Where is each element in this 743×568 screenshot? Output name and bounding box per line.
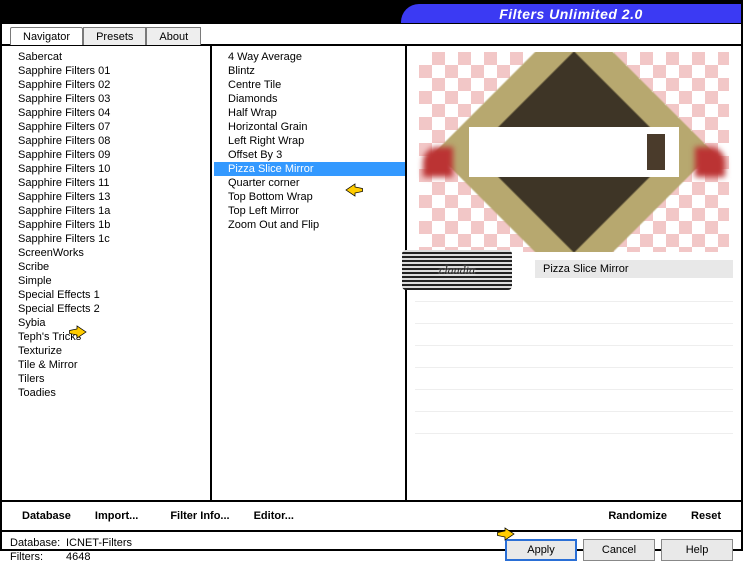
title-bar-branding: Filters Unlimited 2.0 — [401, 4, 741, 23]
watermark-text: claudia — [439, 263, 475, 278]
filter-info-button[interactable]: Filter Info... — [158, 506, 241, 526]
filter-item[interactable]: Quarter corner — [214, 176, 405, 190]
category-item[interactable]: Tile & Mirror — [4, 358, 210, 372]
main-panel: SabercatSapphire Filters 01Sapphire Filt… — [2, 46, 741, 500]
filter-item[interactable]: Top Left Mirror — [214, 204, 405, 218]
filters-count: 4648 — [66, 551, 90, 563]
parameter-row — [415, 324, 733, 346]
import-button[interactable]: Import... — [83, 506, 150, 526]
apply-button[interactable]: Apply — [505, 539, 577, 561]
parameter-area — [415, 280, 733, 440]
parameter-row — [415, 390, 733, 412]
database-button[interactable]: Database — [10, 506, 83, 526]
filter-item[interactable]: Centre Tile — [214, 78, 405, 92]
tab-strip: Navigator Presets About — [2, 24, 741, 46]
filter-item[interactable]: Offset By 3 — [214, 148, 405, 162]
filter-item[interactable]: Diamonds — [214, 92, 405, 106]
category-item[interactable]: Sybia — [4, 316, 210, 330]
category-item[interactable]: Sapphire Filters 03 — [4, 92, 210, 106]
filter-item[interactable]: Zoom Out and Flip — [214, 218, 405, 232]
category-item[interactable]: Sapphire Filters 10 — [4, 162, 210, 176]
category-item[interactable]: Special Effects 1 — [4, 288, 210, 302]
database-label: Database: — [10, 536, 66, 550]
category-item[interactable]: Toadies — [4, 386, 210, 400]
category-item[interactable]: Tilers — [4, 372, 210, 386]
category-item[interactable]: Texturize — [4, 344, 210, 358]
category-item[interactable]: Sapphire Filters 1a — [4, 204, 210, 218]
filter-pane: 4 Way AverageBlintzCentre TileDiamondsHa… — [212, 46, 407, 500]
category-item[interactable]: Sapphire Filters 1c — [4, 232, 210, 246]
filter-item[interactable]: Horizontal Grain — [214, 120, 405, 134]
filter-item[interactable]: Left Right Wrap — [214, 134, 405, 148]
category-item[interactable]: Sapphire Filters 01 — [4, 64, 210, 78]
preview-image — [419, 52, 729, 252]
category-item[interactable]: Scribe — [4, 260, 210, 274]
category-item[interactable]: Sapphire Filters 09 — [4, 148, 210, 162]
randomize-button[interactable]: Randomize — [596, 506, 679, 526]
category-item[interactable]: ScreenWorks — [4, 246, 210, 260]
title-bar: Filters Unlimited 2.0 — [2, 2, 741, 24]
filters-label: Filters: — [10, 550, 66, 564]
reset-button[interactable]: Reset — [679, 506, 733, 526]
filter-item[interactable]: Pizza Slice Mirror — [214, 162, 405, 176]
app-title: Filters Unlimited 2.0 — [499, 6, 643, 22]
category-item[interactable]: Sapphire Filters 04 — [4, 106, 210, 120]
category-item[interactable]: Simple — [4, 274, 210, 288]
filter-item[interactable]: Half Wrap — [214, 106, 405, 120]
filter-item[interactable]: Top Bottom Wrap — [214, 190, 405, 204]
category-item[interactable]: Sapphire Filters 07 — [4, 120, 210, 134]
filter-item[interactable]: Blintz — [214, 64, 405, 78]
category-item[interactable]: Sapphire Filters 1b — [4, 218, 210, 232]
toolbar: Database Import... Filter Info... Editor… — [2, 500, 741, 530]
category-item[interactable]: Sapphire Filters 08 — [4, 134, 210, 148]
filter-list[interactable]: 4 Way AverageBlintzCentre TileDiamondsHa… — [214, 50, 405, 494]
parameter-row — [415, 412, 733, 434]
category-item[interactable]: Sapphire Filters 11 — [4, 176, 210, 190]
database-value: ICNET-Filters — [66, 537, 132, 549]
category-pane: SabercatSapphire Filters 01Sapphire Filt… — [2, 46, 212, 500]
watermark-overlay: claudia — [402, 250, 512, 290]
editor-button[interactable]: Editor... — [242, 506, 306, 526]
parameter-row — [415, 302, 733, 324]
tab-navigator[interactable]: Navigator — [10, 27, 83, 45]
category-item[interactable]: Sapphire Filters 02 — [4, 78, 210, 92]
category-item[interactable]: Sabercat — [4, 50, 210, 64]
cancel-button[interactable]: Cancel — [583, 539, 655, 561]
category-list[interactable]: SabercatSapphire Filters 01Sapphire Filt… — [4, 50, 210, 494]
category-item[interactable]: Teph's Tricks — [4, 330, 210, 344]
category-item[interactable]: Sapphire Filters 13 — [4, 190, 210, 204]
status-bar: Database:ICNET-Filters Filters:4648 Appl… — [2, 530, 741, 568]
category-item[interactable]: Special Effects 2 — [4, 302, 210, 316]
tab-about[interactable]: About — [146, 27, 201, 45]
tab-presets[interactable]: Presets — [83, 27, 146, 45]
filter-item[interactable]: 4 Way Average — [214, 50, 405, 64]
parameter-row — [415, 368, 733, 390]
status-info: Database:ICNET-Filters Filters:4648 — [10, 536, 132, 564]
parameter-row — [415, 346, 733, 368]
help-button[interactable]: Help — [661, 539, 733, 561]
selected-filter-name: Pizza Slice Mirror — [535, 260, 733, 278]
